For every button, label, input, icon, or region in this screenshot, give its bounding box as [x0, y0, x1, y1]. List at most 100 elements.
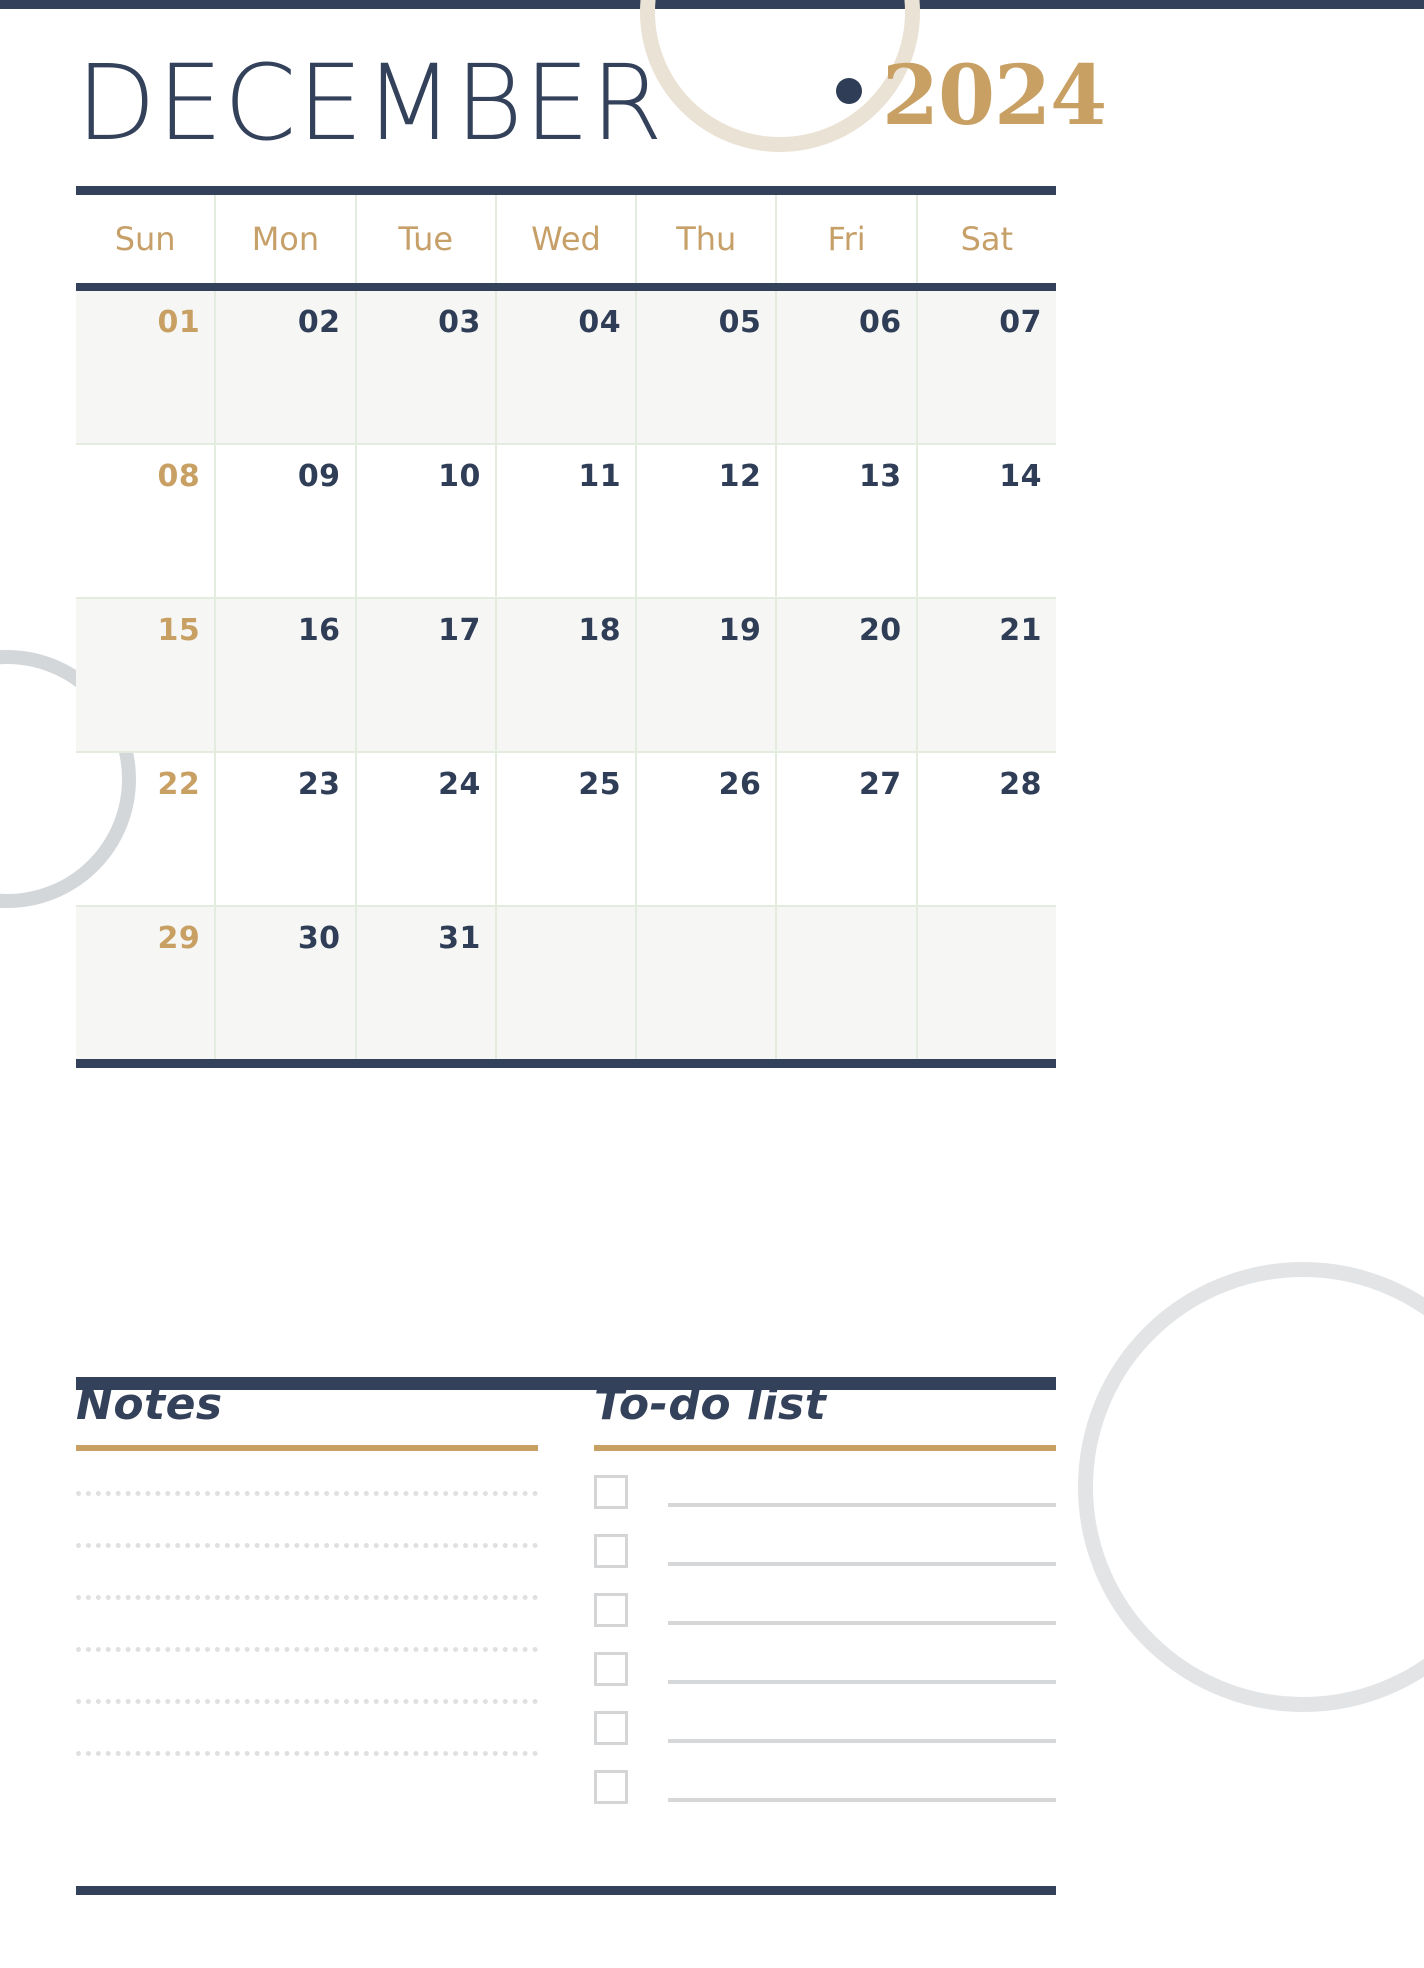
todo-write-line[interactable] [668, 1621, 1056, 1625]
calendar-day-cell-02[interactable]: 02 [214, 291, 354, 443]
calendar-grid: Sun Mon Tue Wed Thu Fri Sat 01 02 03 04 05 06 07 08 09… [76, 186, 1056, 1068]
todo-item-row[interactable] [594, 1652, 1056, 1686]
calendar-day-number: 26 [718, 767, 762, 802]
calendar-day-number: 05 [718, 305, 762, 340]
month-title: DECEMBER [76, 42, 664, 164]
calendar-day-cell-12[interactable]: 12 [635, 445, 775, 597]
notes-line[interactable] [76, 1751, 538, 1756]
calendar-day-number: 07 [999, 305, 1042, 340]
calendar-day-number: 08 [157, 459, 201, 494]
todo-write-line[interactable] [668, 1503, 1056, 1507]
calendar-day-cell-08[interactable]: 08 [76, 445, 214, 597]
calendar-day-cell-07[interactable]: 07 [915, 291, 1056, 443]
calendar-day-number: 18 [578, 613, 622, 648]
todo-item-row[interactable] [594, 1475, 1056, 1509]
calendar-day-number: 23 [297, 767, 341, 802]
notes-line[interactable] [76, 1647, 538, 1652]
notes-line[interactable] [76, 1543, 538, 1548]
calendar-day-cell-05[interactable]: 05 [635, 291, 775, 443]
calendar-day-cell-21[interactable]: 21 [915, 599, 1056, 751]
calendar-day-cell-06[interactable]: 06 [775, 291, 915, 443]
year-title: 2024 [882, 48, 1107, 144]
calendar-day-cell-18[interactable]: 18 [494, 599, 635, 751]
todo-lines-container[interactable] [594, 1475, 1056, 1804]
notes-title: Notes [76, 1379, 223, 1430]
calendar-day-number: 28 [999, 767, 1042, 802]
calendar-day-number: 21 [999, 613, 1042, 648]
calendar-day-cell-04[interactable]: 04 [494, 291, 635, 443]
weekday-header-mon: Mon [214, 195, 354, 283]
calendar-day-number: 20 [858, 613, 902, 648]
todo-underline [594, 1445, 1056, 1451]
notes-panel: Notes [76, 1377, 538, 1829]
calendar-day-cell-16[interactable]: 16 [214, 599, 354, 751]
calendar-day-cell-27[interactable]: 27 [775, 753, 915, 905]
calendar-day-number: 19 [718, 613, 762, 648]
weekday-header-row: Sun Mon Tue Wed Thu Fri Sat [76, 195, 1056, 283]
calendar-week-row: 08 09 10 11 12 13 14 [76, 443, 1056, 597]
decorative-gray-circle-bottom [1078, 1262, 1424, 1712]
calendar-day-number: 13 [858, 459, 902, 494]
checkbox-icon[interactable] [594, 1652, 628, 1686]
calendar-day-number: 03 [438, 305, 481, 340]
calendar-day-cell-10[interactable]: 10 [354, 445, 495, 597]
calendar-day-number: 04 [578, 305, 622, 340]
todo-item-row[interactable] [594, 1711, 1056, 1745]
calendar-day-number: 31 [438, 921, 481, 956]
calendar-day-cell-22[interactable]: 22 [76, 753, 214, 905]
calendar-day-cell-01[interactable]: 01 [76, 291, 214, 443]
calendar-day-number: 02 [297, 305, 341, 340]
todo-write-line[interactable] [668, 1680, 1056, 1684]
todo-panel: To-do list [594, 1377, 1056, 1829]
checkbox-icon[interactable] [594, 1770, 628, 1804]
calendar-day-number: 25 [578, 767, 622, 802]
calendar-day-cell-31[interactable]: 31 [354, 907, 495, 1059]
calendar-day-number: 27 [858, 767, 902, 802]
checkbox-icon[interactable] [594, 1534, 628, 1568]
notes-line[interactable] [76, 1595, 538, 1600]
notes-line[interactable] [76, 1699, 538, 1704]
calendar-day-number: 22 [157, 767, 201, 802]
checkbox-icon[interactable] [594, 1711, 628, 1745]
calendar-day-cell-23[interactable]: 23 [214, 753, 354, 905]
calendar-day-cell-20[interactable]: 20 [775, 599, 915, 751]
weekday-header-thu: Thu [635, 195, 775, 283]
calendar-bottom-rule [76, 1059, 1056, 1068]
calendar-day-cell-09[interactable]: 09 [214, 445, 354, 597]
calendar-day-number: 15 [157, 613, 201, 648]
calendar-day-cell-28[interactable]: 28 [915, 753, 1056, 905]
weekday-header-sat: Sat [915, 195, 1056, 283]
todo-item-row[interactable] [594, 1593, 1056, 1627]
calendar-day-cell-03[interactable]: 03 [354, 291, 495, 443]
calendar-day-cell-24[interactable]: 24 [354, 753, 495, 905]
notes-line[interactable] [76, 1491, 538, 1496]
calendar-day-number: 10 [438, 459, 481, 494]
todo-item-row[interactable] [594, 1770, 1056, 1804]
calendar-day-cell-13[interactable]: 13 [775, 445, 915, 597]
calendar-day-cell-15[interactable]: 15 [76, 599, 214, 751]
todo-write-line[interactable] [668, 1739, 1056, 1743]
calendar-day-cell-19[interactable]: 19 [635, 599, 775, 751]
todo-write-line[interactable] [668, 1798, 1056, 1802]
weekday-header-tue: Tue [354, 195, 495, 283]
calendar-day-number: 01 [157, 305, 201, 340]
calendar-day-cell-30[interactable]: 30 [214, 907, 354, 1059]
weekday-bottom-rule [76, 283, 1056, 291]
checkbox-icon[interactable] [594, 1593, 628, 1627]
checkbox-icon[interactable] [594, 1475, 628, 1509]
calendar-day-cell-17[interactable]: 17 [354, 599, 495, 751]
todo-write-line[interactable] [668, 1562, 1056, 1566]
calendar-day-cell-25[interactable]: 25 [494, 753, 635, 905]
footer-rule [76, 1886, 1056, 1895]
notes-lines-container[interactable] [76, 1491, 538, 1756]
calendar-day-number: 11 [578, 459, 622, 494]
bottom-sections: Notes To-do list [76, 1377, 1056, 1829]
todo-item-row[interactable] [594, 1534, 1056, 1568]
calendar-day-cell-11[interactable]: 11 [494, 445, 635, 597]
page-top-bar [0, 0, 1424, 9]
calendar-day-cell-26[interactable]: 26 [635, 753, 775, 905]
calendar-top-rule [76, 186, 1056, 195]
calendar-day-number: 24 [438, 767, 481, 802]
calendar-day-cell-29[interactable]: 29 [76, 907, 214, 1059]
calendar-day-cell-14[interactable]: 14 [915, 445, 1056, 597]
